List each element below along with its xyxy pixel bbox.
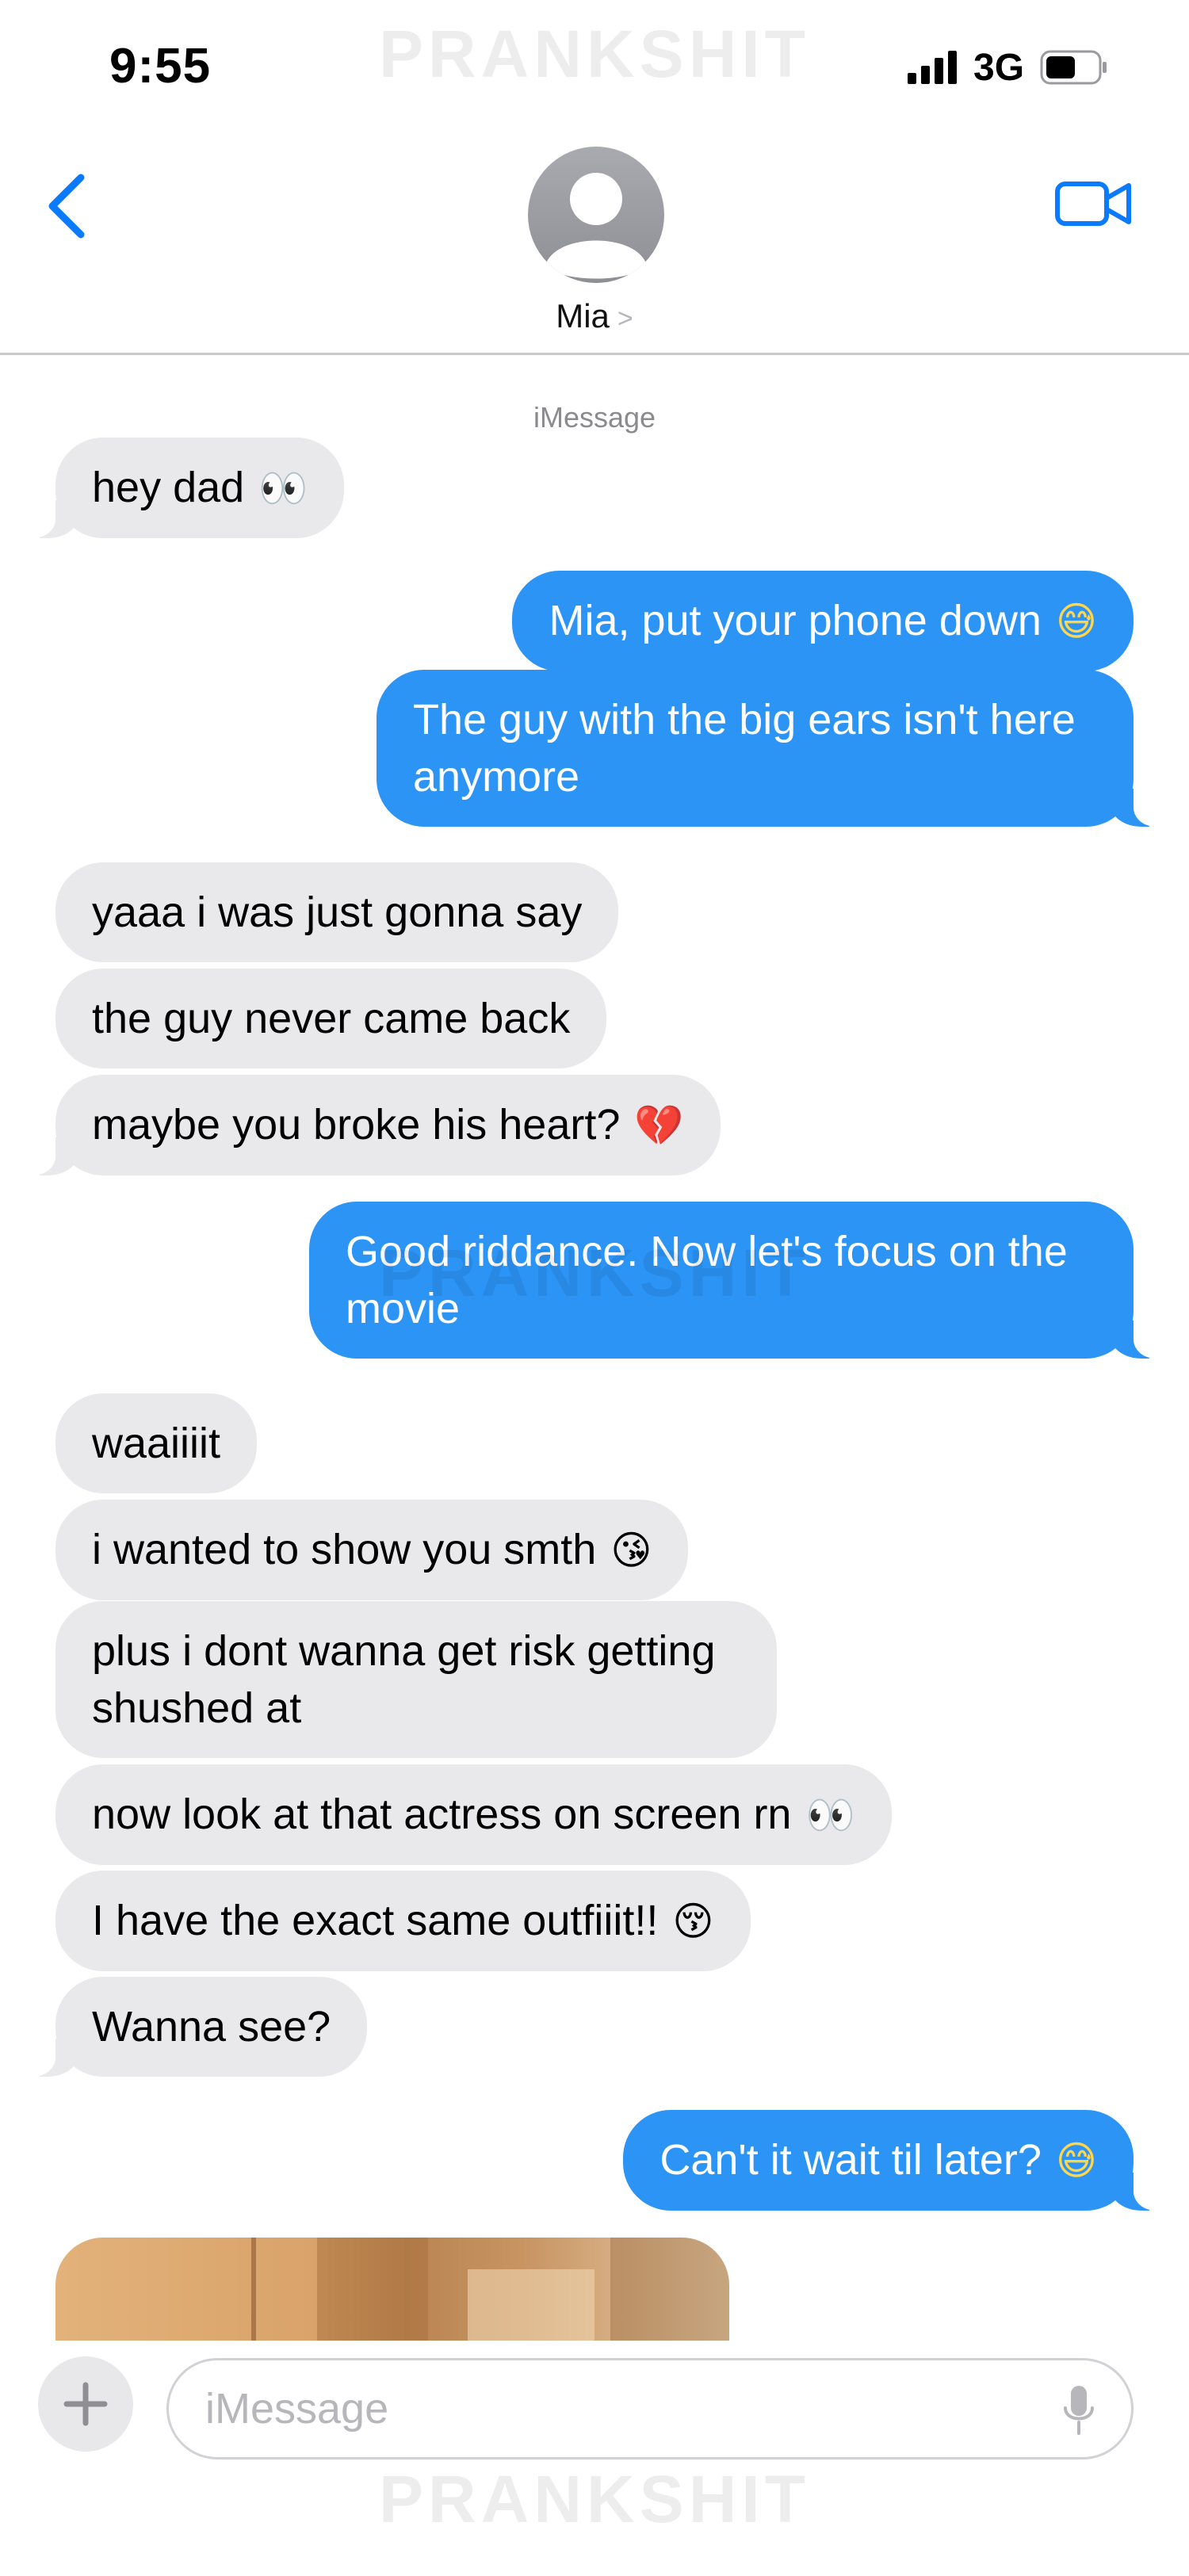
message-bubble-incoming[interactable]: now look at that actress on screen rn 👀 bbox=[55, 1764, 892, 1865]
service-label: iMessage bbox=[533, 401, 656, 434]
message-text: Good riddance. Now let's focus on the mo… bbox=[346, 1228, 1068, 1332]
message-bubble-incoming[interactable]: the guy never came back bbox=[55, 969, 607, 1068]
message-text: the guy never came back bbox=[92, 995, 571, 1042]
status-bar: 9:55 PRANKSHIT 3G bbox=[0, 0, 1189, 135]
video-camera-icon[interactable] bbox=[1054, 176, 1134, 231]
eyes-emoji-icon: 👀 bbox=[258, 465, 308, 511]
face-blowing-kiss-emoji-icon: 😘 bbox=[610, 1527, 652, 1573]
plus-icon bbox=[63, 2382, 108, 2426]
kissing-face-emoji-icon: 😚 bbox=[672, 1898, 714, 1944]
message-bubble-outgoing[interactable]: The guy with the big ears isn't here any… bbox=[377, 670, 1160, 827]
compose-bar: PRANKSHIT bbox=[0, 2341, 1189, 2576]
avatar[interactable] bbox=[528, 147, 664, 283]
grinning-sweat-emoji-icon: 😅 bbox=[1055, 598, 1097, 644]
photo-attachment[interactable] bbox=[55, 2238, 729, 2341]
message-text: maybe you broke his heart? bbox=[92, 1101, 621, 1148]
message-input[interactable] bbox=[166, 2358, 1134, 2459]
microphone-icon[interactable] bbox=[1062, 2384, 1095, 2436]
battery-icon bbox=[1040, 50, 1107, 85]
message-bubble-incoming[interactable]: waaiiiit bbox=[55, 1393, 258, 1493]
chevron-right-icon: > bbox=[617, 304, 633, 334]
contact-name-row[interactable]: Mia > bbox=[0, 297, 1189, 335]
apps-button[interactable] bbox=[38, 2356, 133, 2452]
person-icon bbox=[545, 173, 647, 279]
message-text: waaiiiit bbox=[92, 1420, 221, 1467]
message-bubble-outgoing[interactable]: Good riddance. Now let's focus on the mo… bbox=[309, 1202, 1160, 1359]
cellular-signal-icon bbox=[908, 51, 957, 84]
message-bubble-incoming[interactable]: plus i dont wanna get risk getting shush… bbox=[55, 1601, 777, 1758]
message-text: plus i dont wanna get risk getting shush… bbox=[92, 1627, 716, 1732]
message-bubble-outgoing[interactable]: Mia, put your phone down 😅 bbox=[512, 571, 1134, 671]
status-time: 9:55 bbox=[109, 39, 212, 94]
message-text: Mia, put your phone down bbox=[549, 597, 1042, 644]
message-bubble-incoming[interactable]: I have the exact same outfiiit!! 😚 bbox=[55, 1871, 751, 1971]
message-text: Wanna see? bbox=[92, 2003, 331, 2050]
message-text: I have the exact same outfiiit!! bbox=[92, 1897, 659, 1944]
message-text: yaaa i was just gonna say bbox=[92, 889, 583, 936]
network-type: 3G bbox=[973, 47, 1025, 89]
message-text: Can't it wait til later? bbox=[659, 2136, 1042, 2184]
message-text: now look at that actress on screen rn bbox=[92, 1791, 792, 1838]
message-bubble-incoming[interactable]: i wanted to show you smth 😘 bbox=[55, 1500, 689, 1600]
chevron-left-icon[interactable] bbox=[40, 166, 95, 246]
message-bubble-outgoing[interactable]: Can't it wait til later? 😅 bbox=[623, 2110, 1160, 2211]
message-bubble-incoming[interactable]: Wanna see? bbox=[28, 1977, 368, 2077]
broken-heart-emoji-icon: 💔 bbox=[634, 1103, 684, 1148]
message-text: hey dad bbox=[92, 464, 245, 511]
conversation-header: Mia > bbox=[0, 135, 1189, 355]
contact-name: Mia bbox=[556, 297, 610, 334]
photo-content bbox=[251, 2238, 729, 2341]
grinning-sweat-emoji-icon: 😅 bbox=[1055, 2138, 1097, 2184]
message-bubble-incoming[interactable]: yaaa i was just gonna say bbox=[55, 862, 619, 962]
message-bubble-incoming[interactable]: maybe you broke his heart? 💔 bbox=[29, 1075, 721, 1175]
eyes-emoji-icon: 👀 bbox=[805, 1792, 855, 1838]
message-text: The guy with the big ears isn't here any… bbox=[413, 696, 1076, 801]
message-text: i wanted to show you smth bbox=[92, 1526, 597, 1573]
message-bubble-incoming[interactable]: hey dad 👀 bbox=[28, 438, 345, 538]
message-thread[interactable]: iMessage hey dad 👀 Mia, put your phone do… bbox=[0, 355, 1189, 2341]
watermark: PRANKSHIT bbox=[378, 2462, 810, 2536]
